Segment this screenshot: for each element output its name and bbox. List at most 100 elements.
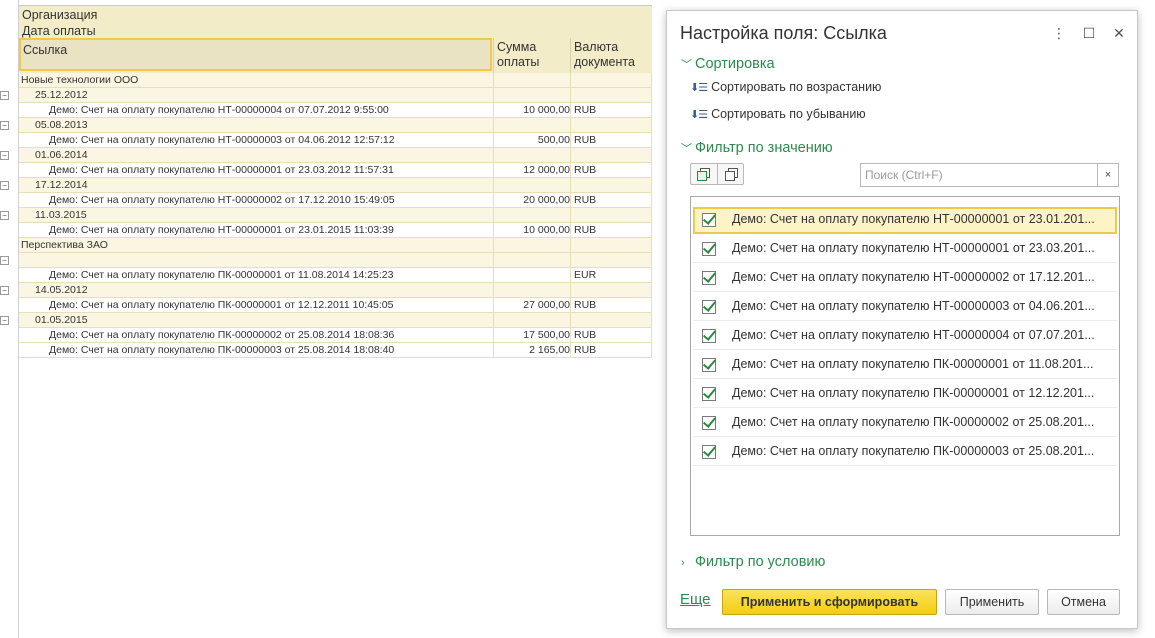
collapse-group-icon[interactable]: −	[0, 121, 9, 130]
search-input[interactable]	[863, 166, 1097, 184]
report-detail-row[interactable]: Демо: Счет на оплату покупателю НТ-00000…	[19, 103, 652, 118]
checkbox[interactable]	[702, 358, 716, 372]
sort-descending-button[interactable]: ⬇☰ Сортировать по убыванию	[690, 107, 866, 121]
cell-border	[651, 133, 652, 148]
cell-border	[493, 343, 494, 358]
cell-border	[493, 88, 494, 103]
cell-border	[570, 88, 571, 103]
filter-value-label: Демо: Счет на оплату покупателю НТ-00000…	[732, 328, 1095, 342]
cell-border	[493, 208, 494, 223]
filter-value-item[interactable]: Демо: Счет на оплату покупателю НТ-00000…	[693, 294, 1117, 321]
report-group-date[interactable]: 11.03.2015 −	[0, 208, 652, 223]
header-payment-date[interactable]: Дата оплаты	[22, 24, 96, 38]
apply-button[interactable]: Применить	[945, 589, 1039, 615]
report-detail-row[interactable]: Демо: Счет на оплату покупателю НТ-00000…	[19, 133, 652, 148]
row-text: Демо: Счет на оплату покупателю НТ-00000…	[49, 134, 395, 146]
cell-border	[651, 238, 652, 253]
checkbox[interactable]	[702, 213, 716, 227]
close-icon[interactable]: ✕	[1112, 25, 1126, 42]
row-text: 01.06.2014	[35, 149, 88, 161]
row-amount: 2 165,00	[529, 344, 570, 356]
report-detail-row[interactable]: Демо: Счет на оплату покупателю НТ-00000…	[19, 223, 652, 238]
filter-value-item[interactable]: Демо: Счет на оплату покупателю ПК-00000…	[693, 381, 1117, 408]
report-detail-row[interactable]: Демо: Счет на оплату покупателю ПК-00000…	[19, 328, 652, 343]
cell-border	[651, 253, 652, 268]
filter-value-item[interactable]: Демо: Счет на оплату покупателю ПК-00000…	[693, 439, 1117, 466]
report-header: Организация Дата оплаты Ссылка Сумма опл…	[19, 6, 652, 73]
apply-and-build-button[interactable]: Применить и сформировать	[722, 589, 937, 615]
filter-value-section-toggle[interactable]: ﹀ Фильтр по значению	[681, 140, 833, 156]
report-group-organization[interactable]: Перспектива ЗАО	[19, 238, 652, 253]
collapse-group-icon[interactable]: −	[0, 91, 9, 100]
collapse-group-icon[interactable]: −	[0, 286, 9, 295]
checkbox[interactable]	[702, 445, 716, 459]
report-group-date[interactable]: 17.12.2014 −	[0, 178, 652, 193]
header-document-currency[interactable]: Валюта документа	[574, 40, 635, 70]
sort-section-toggle[interactable]: ﹀ Сортировка	[681, 56, 775, 72]
collapse-group-icon[interactable]: −	[0, 256, 9, 265]
sort-ascending-label: Сортировать по возрастанию	[711, 80, 882, 94]
header-organization[interactable]: Организация	[22, 8, 97, 22]
report-detail-row[interactable]: Демо: Счет на оплату покупателю ПК-00000…	[19, 298, 652, 313]
row-amount: 500,00	[537, 134, 570, 146]
more-link[interactable]: Еще	[680, 591, 711, 608]
report-spreadsheet: Организация Дата оплаты Ссылка Сумма опл…	[0, 0, 652, 638]
sort-ascending-button[interactable]: ⬇☰ Сортировать по возрастанию	[690, 80, 881, 94]
checkbox[interactable]	[702, 387, 716, 401]
filter-condition-section-toggle[interactable]: › Фильтр по условию	[681, 554, 825, 570]
checkbox[interactable]	[702, 242, 716, 256]
report-group-date[interactable]: 01.05.2015 −	[0, 313, 652, 328]
report-detail-row[interactable]: Демо: Счет на оплату покупателю НТ-00000…	[19, 163, 652, 178]
checkbox[interactable]	[702, 416, 716, 430]
cell-border	[570, 73, 571, 88]
filter-value-item[interactable]: Демо: Счет на оплату покупателю НТ-00000…	[693, 265, 1117, 292]
filter-value-label: Демо: Счет на оплату покупателю ПК-00000…	[732, 415, 1095, 429]
report-detail-row[interactable]: Демо: Счет на оплату покупателю ПК-00000…	[19, 343, 652, 358]
cell-border	[570, 178, 571, 193]
cell-border	[651, 313, 652, 328]
report-rows: Новые технологии ООО 25.12.2012 − Демо: Сче…	[0, 73, 652, 358]
report-group-date[interactable]: 25.12.2012 −	[0, 88, 652, 103]
row-currency: RUB	[574, 194, 597, 206]
header-divider	[493, 38, 494, 73]
collapse-group-icon[interactable]: −	[0, 211, 9, 220]
collapse-group-icon[interactable]: −	[0, 151, 9, 160]
header-payment-sum[interactable]: Сумма оплаты	[497, 40, 539, 70]
report-group-date[interactable]: −	[0, 253, 652, 268]
checkbox[interactable]	[702, 329, 716, 343]
filter-value-list: Демо: Счет на оплату покупателю НТ-00000…	[690, 196, 1120, 536]
collapse-group-icon[interactable]: −	[0, 181, 9, 190]
uncheck-all-button[interactable]	[717, 163, 744, 185]
row-currency: RUB	[574, 164, 597, 176]
filter-value-item[interactable]: Демо: Счет на оплату покупателю ПК-00000…	[693, 410, 1117, 437]
clear-search-icon[interactable]: ×	[1097, 164, 1118, 186]
report-group-date[interactable]: 01.06.2014 −	[0, 148, 652, 163]
filter-value-item[interactable]: Демо: Счет на оплату покупателю НТ-00000…	[693, 236, 1117, 263]
row-text: Демо: Счет на оплату покупателю ПК-00000…	[49, 269, 394, 281]
check-all-button[interactable]	[690, 163, 717, 185]
checkbox[interactable]	[702, 271, 716, 285]
row-text: 25.12.2012	[35, 89, 88, 101]
maximize-icon[interactable]: ☐	[1082, 25, 1096, 42]
report-group-date[interactable]: 14.05.2012 −	[0, 283, 652, 298]
cell-border	[493, 73, 494, 88]
cell-border	[651, 298, 652, 313]
cancel-button[interactable]: Отмена	[1047, 589, 1120, 615]
report-detail-row[interactable]: Демо: Счет на оплату покупателю НТ-00000…	[19, 193, 652, 208]
filter-value-item[interactable]: Демо: Счет на оплату покупателю НТ-00000…	[693, 323, 1117, 350]
filter-value-item[interactable]: Демо: Счет на оплату покупателю НТ-00000…	[693, 207, 1117, 234]
cell-border	[651, 178, 652, 193]
cell-border	[651, 193, 652, 208]
report-group-date[interactable]: 05.08.2013 −	[0, 118, 652, 133]
collapse-group-icon[interactable]: −	[0, 316, 9, 325]
header-sum-line1: Сумма	[497, 40, 537, 54]
filter-value-item[interactable]: Демо: Счет на оплату покупателю ПК-00000…	[693, 352, 1117, 379]
more-actions-icon[interactable]: ⋮	[1052, 25, 1066, 42]
row-text: Демо: Счет на оплату покупателю НТ-00000…	[49, 164, 394, 176]
report-detail-row[interactable]: Демо: Счет на оплату покупателю ПК-00000…	[19, 268, 652, 283]
cell-border	[570, 193, 571, 208]
checkbox[interactable]	[702, 300, 716, 314]
header-link: Ссылка	[23, 43, 68, 57]
header-link-cell[interactable]: Ссылка	[19, 38, 492, 71]
report-group-organization[interactable]: Новые технологии ООО	[19, 73, 652, 88]
